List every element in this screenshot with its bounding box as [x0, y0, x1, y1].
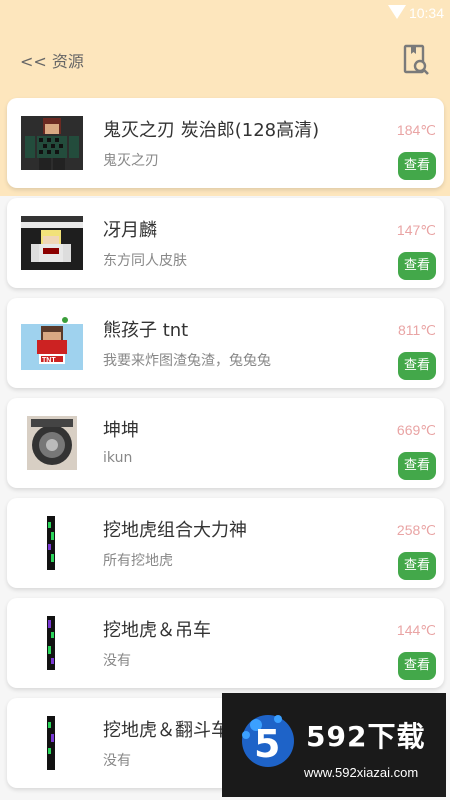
status-bar: 10:34: [0, 0, 450, 26]
resource-title: 挖地虎＆翻斗车: [103, 720, 229, 741]
resource-thumbnail: [21, 716, 83, 770]
resource-subtitle: 东方同人皮肤: [103, 253, 187, 269]
resource-card[interactable]: 挖地虎组合大力神 所有挖地虎 258℃ 查看: [7, 498, 444, 588]
resource-title: 熊孩子 tnt: [103, 320, 189, 341]
resource-card[interactable]: 坤坤 ikun 669℃ 查看: [7, 398, 444, 488]
app-header: << 资源: [0, 26, 450, 90]
view-button[interactable]: 查看: [398, 352, 436, 380]
resource-heat: 184℃: [396, 122, 436, 138]
resource-card[interactable]: 挖地虎＆吊车 没有 144℃ 查看: [7, 598, 444, 688]
resource-thumbnail: [21, 416, 83, 470]
resource-title: 挖地虎组合大力神: [103, 520, 247, 541]
brand-url: www.592xiazai.com: [304, 765, 419, 780]
resource-subtitle: 我要来炸图渣兔渣，兔兔兔: [103, 353, 271, 369]
view-button[interactable]: 查看: [398, 152, 436, 180]
resource-thumbnail: TNT: [21, 316, 83, 370]
resource-subtitle: 鬼灭之刃: [103, 153, 159, 169]
resource-thumbnail: [21, 216, 83, 270]
watermark-overlay: 5 592下载 www.592xiazai.com: [222, 693, 446, 797]
resource-heat: 258℃: [396, 522, 436, 538]
resource-title: 鬼灭之刃 炭治郎(128高清): [103, 120, 320, 141]
resource-subtitle: 没有: [103, 653, 131, 669]
view-button[interactable]: 查看: [398, 552, 436, 580]
resource-title: 挖地虎＆吊车: [103, 620, 211, 641]
resource-thumbnail: [21, 516, 83, 570]
back-button[interactable]: << 资源: [20, 48, 84, 72]
svg-text:5: 5: [254, 722, 280, 766]
search-book-icon[interactable]: [403, 44, 431, 76]
resource-title: 冴月麟: [103, 220, 157, 241]
resource-subtitle: 没有: [103, 753, 131, 769]
resource-heat: 144℃: [396, 622, 436, 638]
view-button[interactable]: 查看: [398, 652, 436, 680]
view-button[interactable]: 查看: [398, 252, 436, 280]
resource-subtitle: 所有挖地虎: [103, 553, 173, 569]
resource-card[interactable]: 鬼灭之刃 炭治郎(128高清) 鬼灭之刃 184℃ 查看: [7, 98, 444, 188]
brand-name: 592下载: [306, 720, 426, 753]
view-button[interactable]: 查看: [398, 452, 436, 480]
brand-logo-icon: 5: [234, 707, 298, 771]
wifi-icon: [388, 5, 406, 19]
svg-text:TNT: TNT: [42, 357, 56, 364]
resource-title: 坤坤: [103, 420, 139, 441]
resource-subtitle: ikun: [103, 450, 133, 466]
status-time: 10:34: [408, 5, 444, 21]
resource-thumbnail: [21, 116, 83, 170]
resource-heat: 147℃: [396, 222, 436, 238]
resource-card[interactable]: TNT 熊孩子 tnt 我要来炸图渣兔渣，兔兔兔 811℃ 查看: [7, 298, 444, 388]
resource-heat: 669℃: [396, 422, 436, 438]
resource-thumbnail: [21, 616, 83, 670]
resource-card[interactable]: 冴月麟 东方同人皮肤 147℃ 查看: [7, 198, 444, 288]
resource-heat: 811℃: [397, 322, 436, 338]
